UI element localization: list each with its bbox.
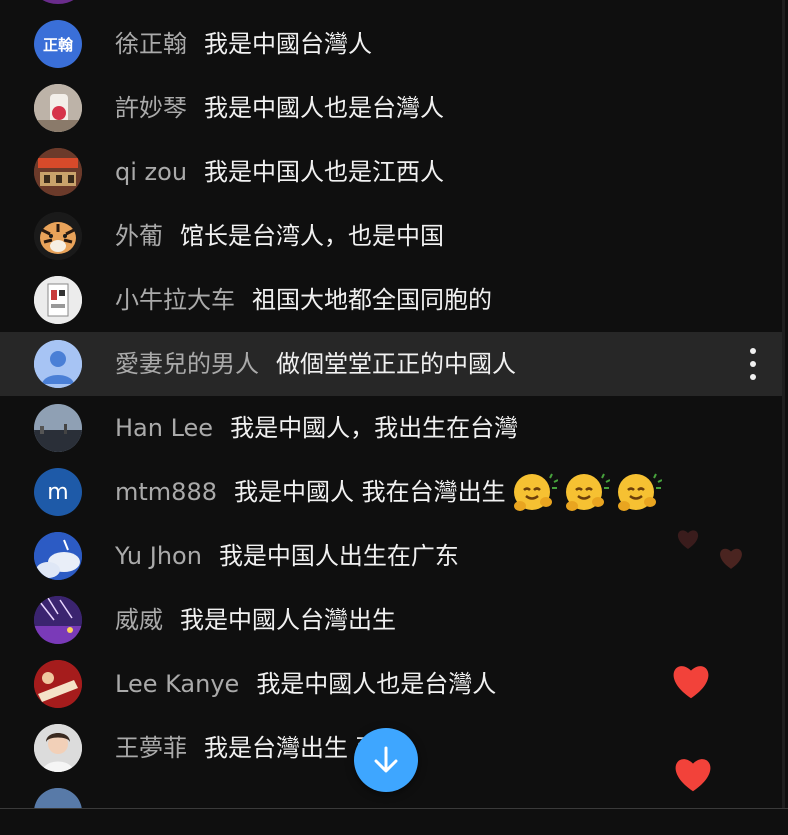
author-name[interactable]: 徐正翰: [115, 30, 187, 58]
avatar-initials: 正翰: [42, 35, 73, 54]
chat-message[interactable]: 正翰 徐正翰 我是中國台灣人: [0, 12, 785, 76]
avatar[interactable]: [34, 596, 82, 644]
author-name[interactable]: qi zou: [115, 158, 187, 186]
message-text: 做個堂堂正正的中國人: [276, 350, 516, 378]
avatar[interactable]: [34, 724, 82, 772]
avatar-partial: [34, 0, 82, 4]
message-text: 我是中国人出生在广东: [218, 542, 459, 570]
chat-message[interactable]: Yu Jhon 我是中国人出生在广东: [0, 524, 785, 588]
scrollbar[interactable]: [782, 0, 785, 808]
dark-heart-icon: [677, 530, 699, 549]
avatar[interactable]: [34, 660, 82, 708]
avatar[interactable]: [34, 404, 82, 452]
message-text: 馆长是台湾人，也是中国: [180, 222, 444, 250]
red-heart-icon: [675, 759, 711, 792]
message-text: 我是中国人也是江西人: [204, 158, 445, 186]
hugging-face-emoji: [513, 473, 558, 511]
scroll-to-bottom-button[interactable]: [354, 728, 418, 792]
avatar[interactable]: [34, 788, 82, 808]
red-heart-icon: [673, 666, 709, 699]
chat-message[interactable]: qi zou 我是中国人也是江西人: [0, 140, 785, 204]
avatar[interactable]: [34, 84, 82, 132]
arrow-down-icon: [374, 746, 398, 773]
dark-heart-icon: [720, 548, 742, 569]
default-user-icon: [34, 340, 82, 388]
avatar[interactable]: [34, 148, 82, 196]
author-name[interactable]: 威威: [115, 606, 163, 634]
message-text: 我是中國人也是台灣人: [256, 670, 497, 698]
hugging-face-emoji: [617, 473, 662, 511]
author-name[interactable]: 小牛拉大车: [115, 286, 235, 314]
avatar[interactable]: [34, 212, 82, 260]
more-options-icon[interactable]: [747, 348, 759, 380]
author-name[interactable]: Yu Jhon: [115, 542, 202, 570]
chat-message[interactable]: Han Lee 我是中國人，我出生在台灣: [0, 396, 785, 460]
avatar-initials: m: [47, 479, 69, 505]
chat-message[interactable]: 小牛拉大车 祖国大地都全国同胞的: [0, 268, 785, 332]
avatar[interactable]: m: [34, 468, 82, 516]
author-name[interactable]: mtm888: [115, 478, 217, 506]
chat-message[interactable]: 威威 我是中國人台灣出生: [0, 588, 785, 652]
hugging-face-emoji: [565, 473, 610, 511]
message-text: 我是中國人也是台灣人: [204, 94, 444, 122]
message-text: 祖国大地都全国同胞的: [252, 286, 492, 314]
message-text: 我是中國人，我出生在台灣: [230, 414, 519, 442]
message-text: 我是中國人 我在台灣出生: [233, 478, 506, 506]
author-name[interactable]: 王夢菲: [115, 734, 187, 762]
chat-message[interactable]: 許妙琴 我是中國人也是台灣人: [0, 76, 785, 140]
live-chat-list[interactable]: 正翰 徐正翰 我是中國台灣人 許妙琴 我是中國人也是台灣人 qi zou 我是中…: [0, 0, 785, 808]
author-name[interactable]: Lee Kanye: [115, 670, 239, 698]
author-name[interactable]: 許妙琴: [115, 94, 187, 122]
message-text: 我是中國人台灣出生: [180, 606, 396, 634]
author-name[interactable]: Han Lee: [115, 414, 213, 442]
avatar[interactable]: 正翰: [34, 20, 82, 68]
avatar[interactable]: [34, 340, 82, 388]
chat-message-highlighted[interactable]: 愛妻兒的男人 做個堂堂正正的中國人: [0, 332, 785, 396]
chat-message[interactable]: m mtm888 我是中國人 我在台灣出生: [0, 460, 785, 524]
chat-input-area: [0, 808, 788, 835]
author-name[interactable]: 外葡: [115, 222, 163, 250]
message-text: 我是中國台灣人: [204, 30, 372, 58]
avatar[interactable]: [34, 532, 82, 580]
author-name[interactable]: 愛妻兒的男人: [115, 350, 259, 378]
avatar[interactable]: [34, 276, 82, 324]
chat-message[interactable]: Lee Kanye 我是中國人也是台灣人: [0, 652, 785, 716]
chat-message[interactable]: 外葡 馆长是台湾人，也是中国: [0, 204, 785, 268]
